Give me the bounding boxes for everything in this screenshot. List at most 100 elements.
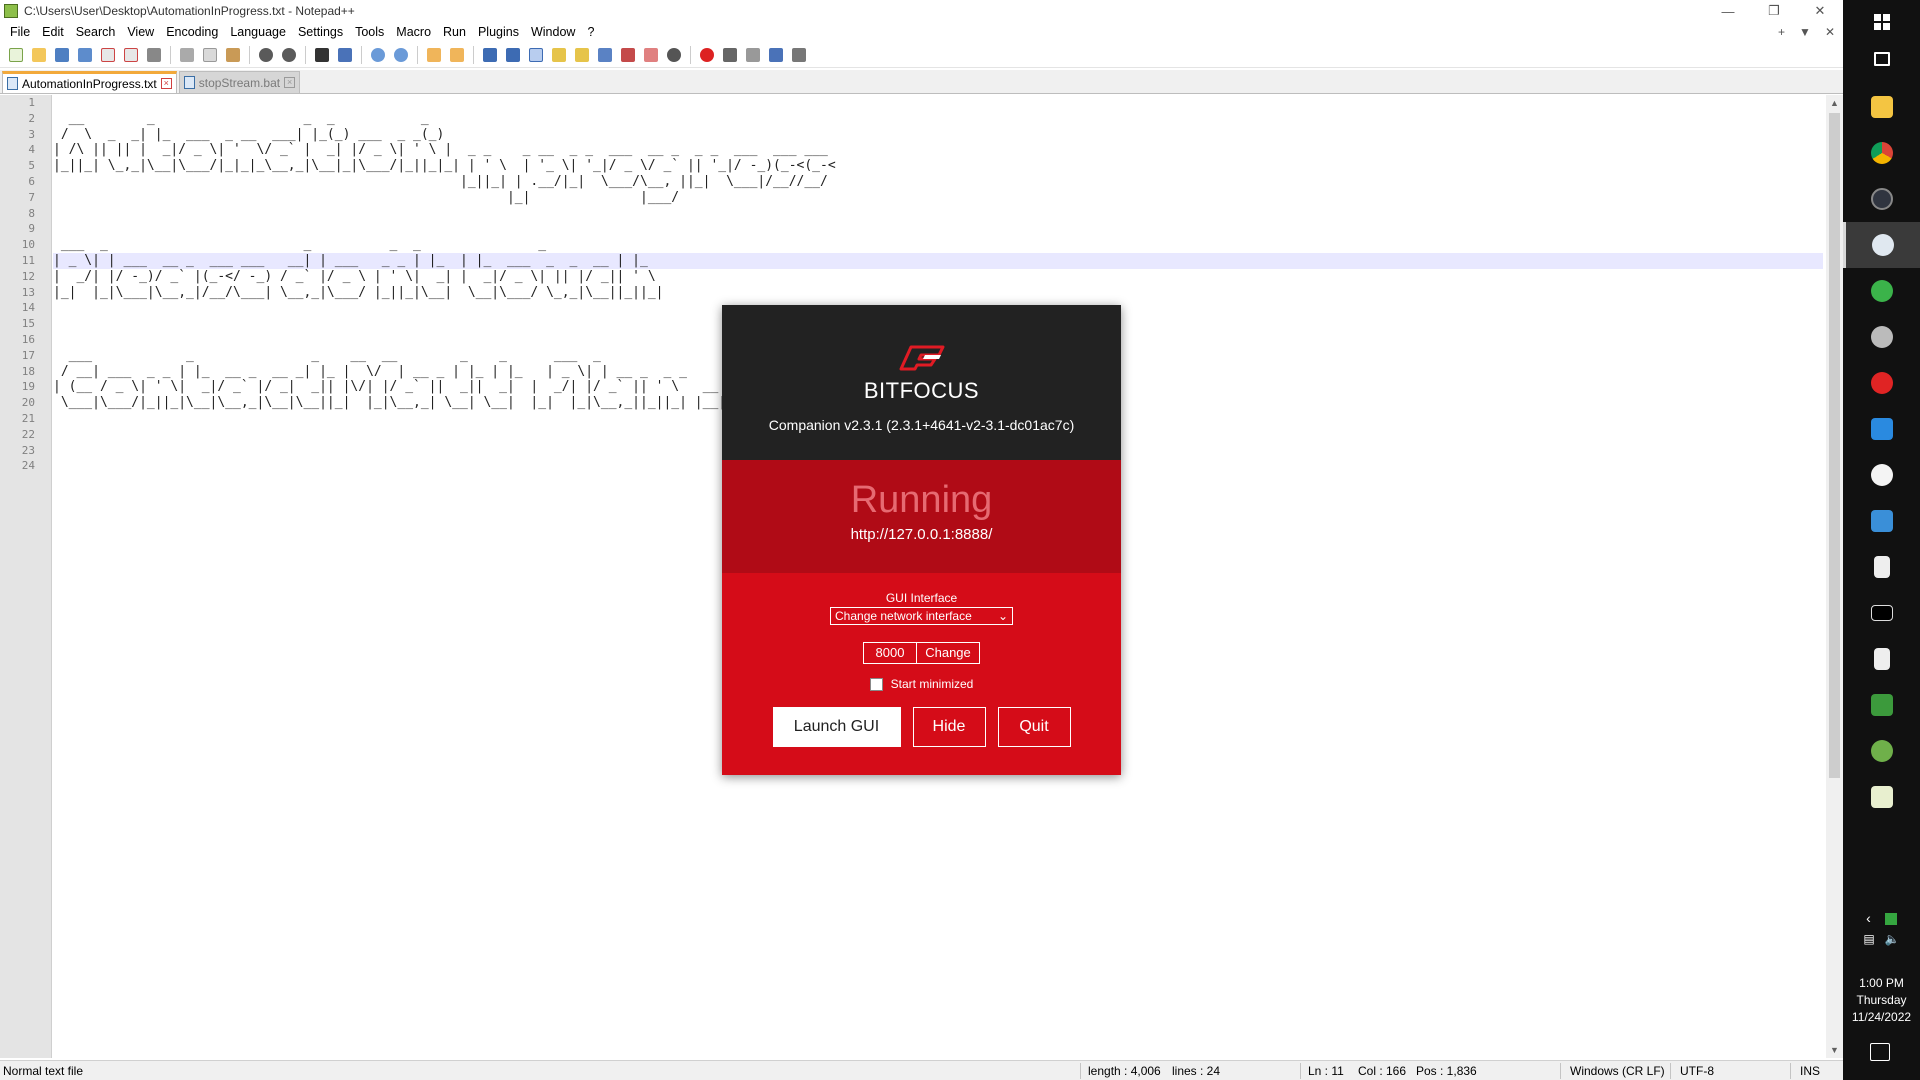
- port-field[interactable]: 8000: [863, 642, 917, 664]
- save-all-icon[interactable]: [75, 45, 95, 65]
- text-line: |_| |___/: [53, 189, 680, 205]
- clock-date: 11/24/2022: [1851, 1010, 1912, 1024]
- show-all-chars-icon[interactable]: [503, 45, 523, 65]
- menu-window[interactable]: Window: [525, 25, 581, 39]
- function-list-icon[interactable]: [618, 45, 638, 65]
- start-minimized-checkbox[interactable]: [869, 677, 883, 691]
- open-file-icon[interactable]: [29, 45, 49, 65]
- find-icon[interactable]: [312, 45, 332, 65]
- print-icon[interactable]: [144, 45, 164, 65]
- udl-icon[interactable]: [549, 45, 569, 65]
- record-macro-icon[interactable]: [697, 45, 717, 65]
- vscode-icon[interactable]: [1843, 406, 1920, 452]
- tab-automation-in-progress[interactable]: AutomationInProgress.txt ×: [2, 71, 177, 93]
- chrome-icon[interactable]: [1843, 130, 1920, 176]
- record-icon[interactable]: [1843, 360, 1920, 406]
- add-tab-icon[interactable]: +: [1778, 25, 1785, 39]
- doc-map-icon[interactable]: [572, 45, 592, 65]
- chevron-left-icon[interactable]: ‹: [1866, 910, 1871, 926]
- quit-button[interactable]: Quit: [997, 707, 1071, 747]
- network-icon[interactable]: [1843, 314, 1920, 360]
- close-tab-icon[interactable]: ×: [284, 77, 296, 88]
- document-icon: [183, 76, 195, 89]
- new-file-icon[interactable]: [6, 45, 26, 65]
- tab-list-icon[interactable]: ▼: [1799, 25, 1811, 39]
- folder-workspace-icon[interactable]: [641, 45, 661, 65]
- word-wrap-icon[interactable]: [480, 45, 500, 65]
- close-button[interactable]: ✕: [1797, 0, 1843, 22]
- paste-icon[interactable]: [223, 45, 243, 65]
- zoom-out-icon[interactable]: [391, 45, 411, 65]
- file-explorer-icon[interactable]: [1843, 84, 1920, 130]
- notification-center-icon[interactable]: [1870, 1043, 1890, 1061]
- menu-run[interactable]: Run: [437, 25, 472, 39]
- menu-search[interactable]: Search: [70, 25, 122, 39]
- obs-icon[interactable]: [1843, 176, 1920, 222]
- close-all-icon[interactable]: [121, 45, 141, 65]
- cut-icon[interactable]: [177, 45, 197, 65]
- menu-encoding[interactable]: Encoding: [160, 25, 224, 39]
- line-number: 6: [28, 174, 35, 188]
- scroll-down-icon[interactable]: ▼: [1826, 1042, 1843, 1058]
- restore-button[interactable]: ❐: [1751, 0, 1797, 22]
- menu-view[interactable]: View: [121, 25, 160, 39]
- replace-icon[interactable]: [335, 45, 355, 65]
- task-view-icon[interactable]: [1843, 36, 1920, 82]
- scroll-up-icon[interactable]: ▲: [1826, 95, 1843, 111]
- network-tray-icon[interactable]: ▤: [1863, 932, 1874, 946]
- doc-list-icon[interactable]: [595, 45, 615, 65]
- battery-app-icon[interactable]: [1843, 636, 1920, 682]
- companion-url[interactable]: http://127.0.0.1:8888/: [722, 526, 1121, 543]
- line-number: 23: [21, 443, 35, 457]
- scrollbar-thumb[interactable]: [1829, 113, 1840, 778]
- tray-app-icon[interactable]: [1884, 913, 1897, 925]
- redo-icon[interactable]: [279, 45, 299, 65]
- terminal-icon[interactable]: [1843, 590, 1920, 636]
- copy-icon[interactable]: [200, 45, 220, 65]
- vertical-scrollbar[interactable]: ▲ ▼: [1826, 95, 1843, 1058]
- status-separator: [1790, 1063, 1791, 1079]
- upload-icon[interactable]: [1843, 268, 1920, 314]
- menu-settings[interactable]: Settings: [292, 25, 349, 39]
- menu-edit[interactable]: Edit: [36, 25, 70, 39]
- windows-logo-icon: [1873, 14, 1890, 30]
- hide-button[interactable]: Hide: [912, 707, 986, 747]
- save-icon[interactable]: [52, 45, 72, 65]
- close-tab-icon[interactable]: ×: [160, 78, 172, 89]
- vnc-icon[interactable]: [1843, 498, 1920, 544]
- windows-taskbar: ‹ ▤ 🔈 1:00 PM Thursday 11/24/2022: [1843, 0, 1920, 1080]
- menu-help[interactable]: ?: [581, 25, 600, 39]
- change-port-button[interactable]: Change: [917, 642, 980, 664]
- save-macro-icon[interactable]: [789, 45, 809, 65]
- spreadsheet-icon[interactable]: [1843, 544, 1920, 590]
- chart-app-icon[interactable]: [1843, 774, 1920, 820]
- menu-plugins[interactable]: Plugins: [472, 25, 525, 39]
- launch-gui-button[interactable]: Launch GUI: [772, 707, 901, 747]
- run-macro-multiple-icon[interactable]: [766, 45, 786, 65]
- zoom-in-icon[interactable]: [368, 45, 388, 65]
- network-interface-select[interactable]: Change network interface ⌄: [830, 607, 1013, 625]
- tab-stop-stream[interactable]: stopStream.bat ×: [178, 71, 301, 93]
- taskbar-clock[interactable]: 1:00 PM Thursday 11/24/2022: [1843, 975, 1920, 1026]
- line-number: 16: [21, 332, 35, 346]
- menu-macro[interactable]: Macro: [390, 25, 437, 39]
- notepadpp-icon[interactable]: [1843, 222, 1920, 268]
- monitoring-icon[interactable]: [664, 45, 684, 65]
- status-bar: Normal text file length : 4,006 lines : …: [0, 1060, 1843, 1080]
- clock-app-icon[interactable]: [1843, 452, 1920, 498]
- undo-icon[interactable]: [256, 45, 276, 65]
- dragon-app-icon[interactable]: [1843, 728, 1920, 774]
- cube-app-icon[interactable]: [1843, 682, 1920, 728]
- volume-muted-icon[interactable]: 🔈: [1885, 932, 1900, 946]
- menu-language[interactable]: Language: [224, 25, 292, 39]
- stop-macro-icon[interactable]: [720, 45, 740, 65]
- play-macro-icon[interactable]: [743, 45, 763, 65]
- close-file-icon[interactable]: [98, 45, 118, 65]
- menu-file[interactable]: File: [4, 25, 36, 39]
- close-doc-icon[interactable]: ✕: [1825, 25, 1835, 39]
- sync-vertical-icon[interactable]: [424, 45, 444, 65]
- minimize-button[interactable]: —: [1705, 0, 1751, 22]
- sync-horizontal-icon[interactable]: [447, 45, 467, 65]
- menu-tools[interactable]: Tools: [349, 25, 390, 39]
- indent-guide-icon[interactable]: [526, 45, 546, 65]
